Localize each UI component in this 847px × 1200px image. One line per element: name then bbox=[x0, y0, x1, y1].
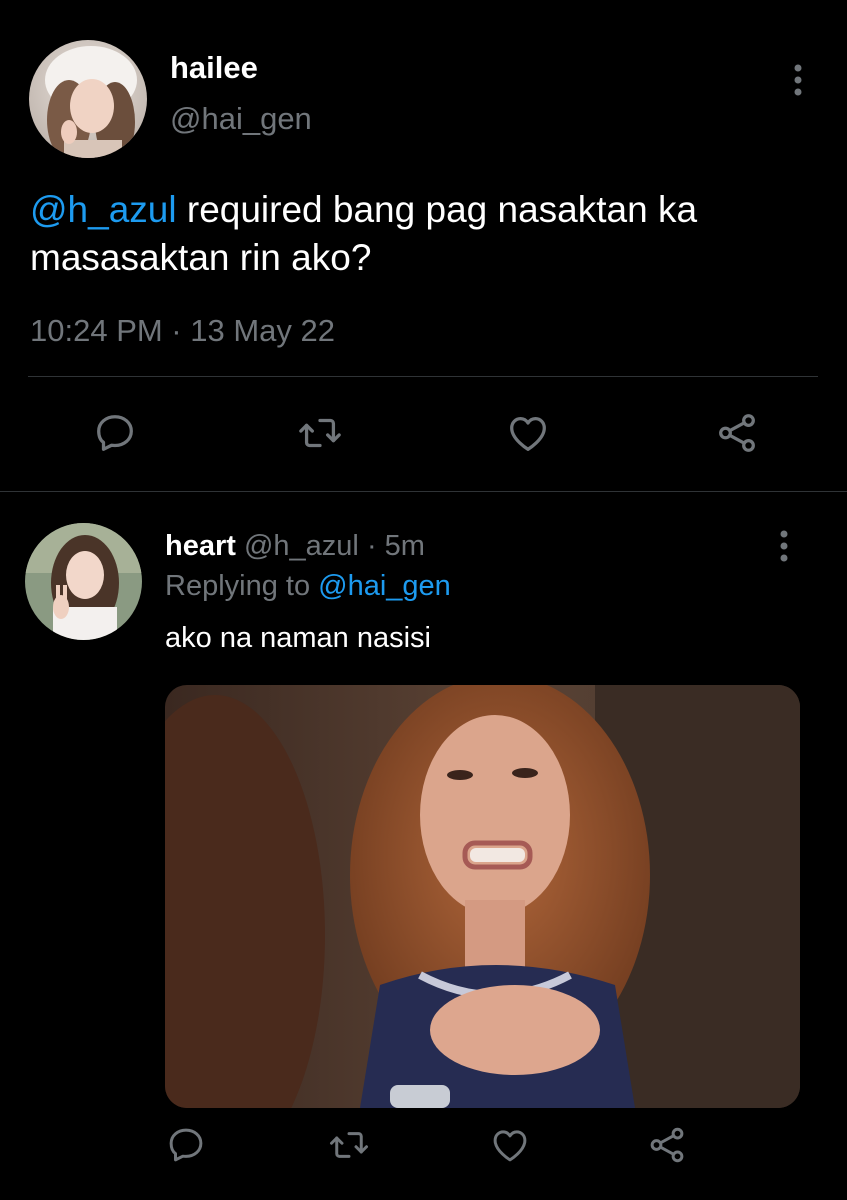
timestamp[interactable]: 10:24 PM · 13 May 22 bbox=[30, 312, 335, 350]
reply-header: heart @h_azul · 5m bbox=[165, 528, 425, 564]
retweet-icon[interactable] bbox=[324, 1120, 374, 1170]
more-options-icon[interactable] bbox=[766, 526, 802, 566]
reply-icon[interactable] bbox=[90, 408, 140, 458]
share-icon[interactable] bbox=[642, 1120, 692, 1170]
tweet-text: ako na naman nasisi bbox=[165, 622, 431, 654]
avatar-photo bbox=[25, 523, 142, 640]
mention-link[interactable]: @h_azul bbox=[30, 189, 177, 230]
display-name[interactable]: heart bbox=[165, 530, 236, 562]
divider bbox=[28, 376, 818, 377]
relative-time[interactable]: 5m bbox=[385, 530, 425, 562]
separator: · bbox=[358, 530, 385, 562]
avatar[interactable] bbox=[29, 40, 147, 158]
mention-link[interactable]: @hai_gen bbox=[318, 570, 451, 602]
reply-icon[interactable] bbox=[161, 1120, 211, 1170]
more-options-icon[interactable] bbox=[780, 60, 816, 100]
meme-photo bbox=[165, 685, 800, 1108]
like-icon[interactable] bbox=[503, 408, 553, 458]
media-image[interactable] bbox=[165, 685, 800, 1108]
display-name[interactable]: hailee bbox=[170, 50, 258, 86]
avatar[interactable] bbox=[25, 523, 142, 640]
share-icon[interactable] bbox=[712, 408, 762, 458]
user-handle[interactable]: @hai_gen bbox=[170, 101, 312, 137]
avatar-photo bbox=[29, 40, 147, 158]
tweet-text: @h_azul required bang pag nasaktan ka ma… bbox=[30, 186, 810, 282]
replying-prefix: Replying to bbox=[165, 570, 319, 602]
retweet-icon[interactable] bbox=[295, 408, 345, 458]
like-icon[interactable] bbox=[485, 1120, 535, 1170]
main-tweet: hailee @hai_gen @h_azul required bang pa… bbox=[0, 0, 847, 492]
replying-to: Replying to @hai_gen bbox=[165, 568, 451, 604]
user-handle[interactable]: @h_azul bbox=[244, 530, 359, 562]
